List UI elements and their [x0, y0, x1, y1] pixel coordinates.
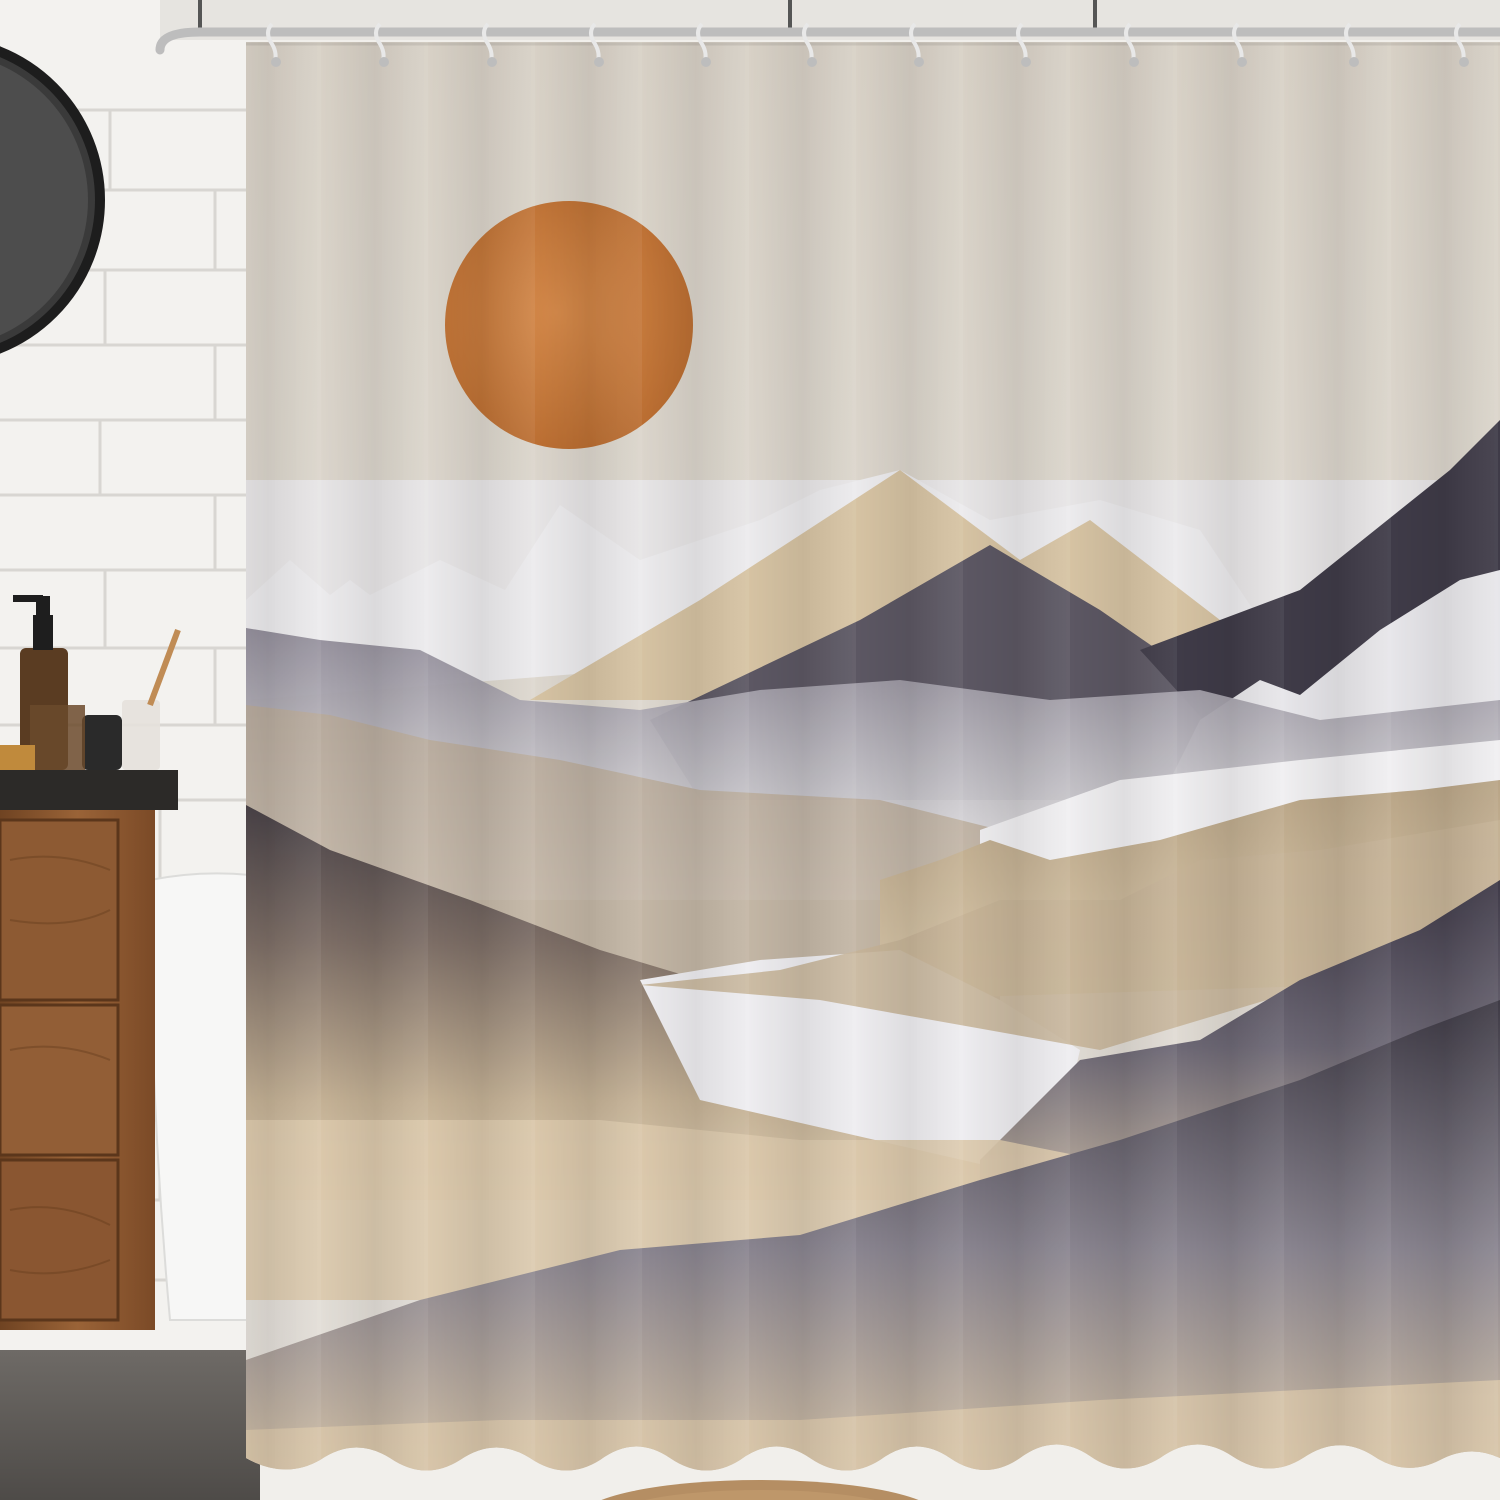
- jute-rug: [601, 1480, 919, 1500]
- curtain-pleats: [246, 42, 1500, 1471]
- product-scene: [0, 0, 1500, 1500]
- shower-curtain: [246, 42, 1500, 1471]
- floor: [0, 1350, 260, 1500]
- bathtub: [148, 872, 251, 1321]
- wood-vanity: [0, 770, 178, 1330]
